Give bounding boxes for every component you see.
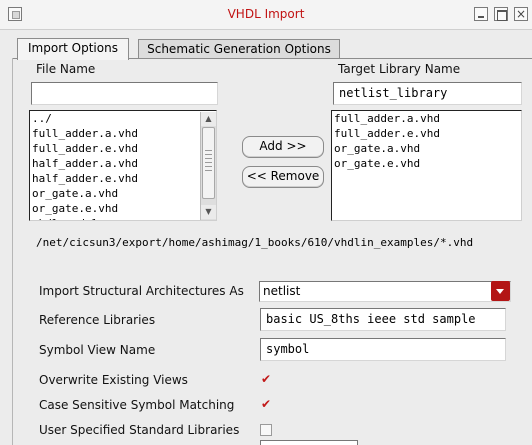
file-list[interactable]: ../ full_adder.a.vhd full_adder.e.vhd ha… [29, 110, 217, 221]
title-bar: VHDL Import × [0, 0, 532, 30]
file-list-scrollbar[interactable]: ▲ ▼ [200, 112, 216, 220]
close-icon[interactable]: × [514, 7, 528, 21]
overwrite-views-checkbox[interactable]: ✔ [260, 373, 272, 386]
case-sensitive-checkbox[interactable]: ✔ [260, 398, 272, 411]
target-library-input[interactable]: netlist_library [333, 82, 522, 105]
minimize-icon[interactable] [474, 7, 488, 21]
list-item[interactable]: half_adder.e.vhd [30, 171, 216, 186]
case-sensitive-label: Case Sensitive Symbol Matching [39, 398, 235, 412]
list-item[interactable]: or_gate.e.vhd [332, 156, 521, 171]
tab-schematic-generation-options[interactable]: Schematic Generation Options [138, 39, 340, 59]
list-item[interactable]: full_adder.a.vhd [30, 126, 216, 141]
window-title: VHDL Import [227, 7, 305, 21]
current-path: /net/cicsun3/export/home/ashimag/1_books… [36, 236, 474, 249]
user-standard-libraries-checkbox[interactable] [260, 424, 272, 436]
scroll-up-icon[interactable]: ▲ [201, 112, 216, 126]
list-item[interactable]: half_adder.a.vhd [30, 156, 216, 171]
list-item[interactable]: ../ [30, 111, 216, 126]
remove-button[interactable]: << Remove [242, 166, 324, 188]
list-item[interactable]: vhdl_model [30, 216, 216, 220]
symbol-view-input[interactable]: symbol [260, 338, 506, 361]
scroll-down-icon[interactable]: ▼ [201, 205, 216, 219]
overwrite-views-label: Overwrite Existing Views [39, 373, 188, 387]
file-name-label: File Name [36, 62, 96, 76]
standard-libraries-input[interactable] [260, 440, 358, 445]
list-item[interactable]: full_adder.e.vhd [30, 141, 216, 156]
list-item[interactable]: or_gate.a.vhd [332, 141, 521, 156]
list-item[interactable]: or_gate.e.vhd [30, 201, 216, 216]
target-library-label: Target Library Name [338, 62, 461, 76]
file-name-input[interactable] [31, 82, 218, 105]
chevron-down-icon[interactable] [491, 281, 510, 301]
maximize-icon[interactable] [494, 7, 508, 21]
reference-libraries-label: Reference Libraries [39, 313, 156, 327]
reference-libraries-input[interactable]: basic US_8ths ieee std sample [260, 308, 506, 331]
tab-panel-left-border [12, 58, 13, 445]
target-file-list[interactable]: full_adder.a.vhd full_adder.e.vhd or_gat… [331, 110, 522, 221]
scrollbar-thumb[interactable] [202, 127, 215, 199]
symbol-view-label: Symbol View Name [39, 343, 156, 357]
tab-import-options[interactable]: Import Options [17, 38, 129, 60]
add-button[interactable]: Add >> [242, 136, 324, 158]
user-standard-libraries-label: User Specified Standard Libraries [39, 423, 240, 437]
list-item[interactable]: full_adder.e.vhd [332, 126, 521, 141]
list-item[interactable]: or_gate.a.vhd [30, 186, 216, 201]
import-structural-select[interactable]: netlist [259, 281, 511, 302]
import-structural-label: Import Structural Architectures As [39, 284, 244, 298]
list-item[interactable]: full_adder.a.vhd [332, 111, 521, 126]
